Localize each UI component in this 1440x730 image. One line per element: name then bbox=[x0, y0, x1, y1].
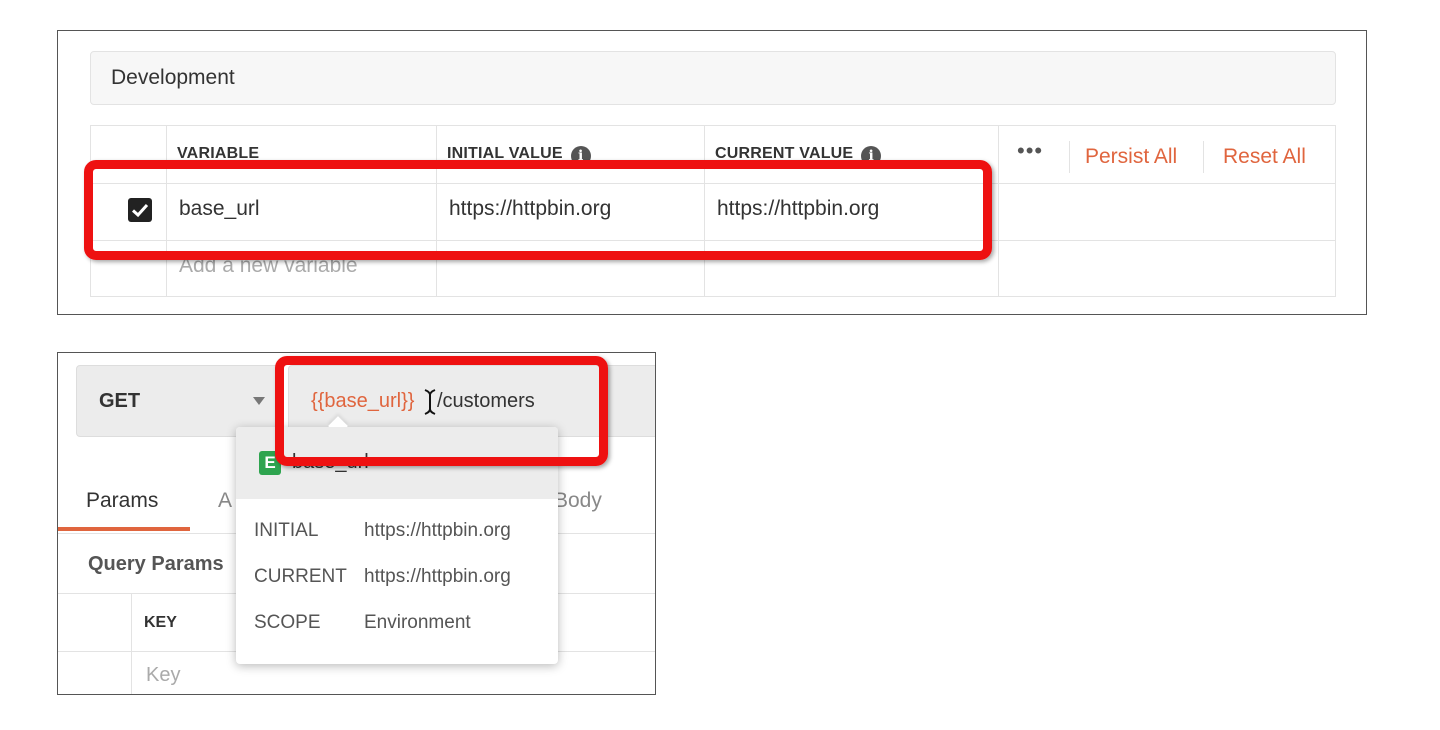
variable-tooltip: E base_url INITIAL https://httpbin.org C… bbox=[236, 416, 558, 664]
more-options-icon[interactable]: ••• bbox=[1017, 138, 1043, 164]
current-value-column-header: CURRENT VALUE i bbox=[715, 145, 882, 166]
enabled-checkbox[interactable] bbox=[128, 198, 152, 222]
environment-panel: Development VARIABLE INITIAL VALUE i CURR… bbox=[57, 30, 1367, 315]
table-actions: ••• Persist All Reset All bbox=[999, 126, 1335, 183]
scope-label: SCOPE bbox=[254, 612, 321, 633]
query-params-title: Query Params bbox=[88, 553, 224, 575]
current-value: https://httpbin.org bbox=[364, 566, 511, 587]
divider bbox=[1069, 141, 1070, 173]
divider bbox=[1203, 141, 1204, 173]
initial-label: INITIAL bbox=[254, 520, 319, 541]
chevron-down-icon bbox=[253, 397, 265, 405]
key-input[interactable]: Key bbox=[146, 664, 180, 687]
initial-value-column-header: INITIAL VALUE i bbox=[447, 145, 591, 166]
checkmark-icon bbox=[131, 203, 149, 218]
environment-badge-icon: E bbox=[259, 451, 281, 475]
new-variable-input[interactable]: Add a new variable bbox=[179, 254, 358, 278]
variables-table: VARIABLE INITIAL VALUE i CURRENT VALUE i •… bbox=[90, 125, 1336, 297]
tab-params[interactable]: Params bbox=[86, 489, 158, 513]
scope-value: Environment bbox=[364, 612, 471, 633]
tab-authorization[interactable]: A bbox=[218, 489, 232, 513]
initial-value-cell[interactable]: https://httpbin.org bbox=[449, 197, 611, 221]
key-column-header: KEY bbox=[144, 614, 177, 631]
initial-value: https://httpbin.org bbox=[364, 520, 511, 541]
current-value-cell[interactable]: https://httpbin.org bbox=[717, 197, 879, 221]
tooltip-variable-name: base_url bbox=[292, 451, 369, 473]
table-row: base_url https://httpbin.org https://htt… bbox=[91, 183, 1335, 241]
variable-name-cell[interactable]: base_url bbox=[179, 197, 260, 221]
text-cursor-icon bbox=[424, 389, 436, 415]
tab-body[interactable]: Body bbox=[554, 489, 602, 513]
persist-all-button[interactable]: Persist All bbox=[1085, 145, 1177, 169]
reset-all-button[interactable]: Reset All bbox=[1223, 145, 1306, 169]
request-panel: GET {{base_url}} /customers Params A Bod… bbox=[57, 352, 656, 695]
table-header-row: VARIABLE INITIAL VALUE i CURRENT VALUE i •… bbox=[91, 126, 1335, 184]
info-icon[interactable]: i bbox=[570, 146, 591, 166]
table-row: Add a new variable bbox=[91, 240, 1335, 296]
current-label: CURRENT bbox=[254, 566, 347, 587]
active-tab-indicator bbox=[58, 527, 190, 531]
url-variable-token[interactable]: {{base_url}} bbox=[311, 390, 414, 413]
tooltip-header: E base_url bbox=[236, 427, 558, 499]
info-icon[interactable]: i bbox=[861, 146, 882, 166]
method-label: GET bbox=[99, 390, 141, 412]
variable-column-header: VARIABLE bbox=[177, 145, 260, 162]
environment-name-field[interactable]: Development bbox=[90, 51, 1336, 105]
url-path: /customers bbox=[437, 390, 535, 412]
